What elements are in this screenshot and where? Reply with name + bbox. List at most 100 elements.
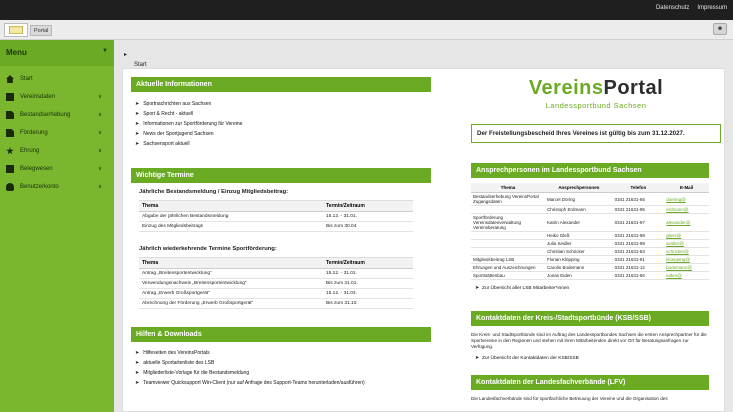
sidebar-item-label: Bestandserhebung xyxy=(20,112,71,118)
sidebar-item-label: Start xyxy=(20,76,33,82)
sidebar-item-start[interactable]: Start xyxy=(0,70,114,88)
table-header: Termin/Zeitraum xyxy=(323,257,413,269)
all-staff-link[interactable]: Zur Übersicht aller LSB Mitarbeiter*inne… xyxy=(475,286,721,291)
table-row: Antrag „Erwerb Großsportgerät“ 15.12. - 3… xyxy=(139,288,413,299)
imprint-link[interactable]: Impressum xyxy=(697,5,727,11)
table-header: Thema xyxy=(139,257,323,269)
news-link[interactable]: Sport & Recht - aktuell xyxy=(135,109,427,119)
news-link[interactable]: Sachsensport aktuell xyxy=(135,139,427,149)
sidebar-item-belegwesen[interactable]: Belegwesen ∨ xyxy=(0,160,114,178)
chevron-down-icon: ∨ xyxy=(97,166,102,172)
sidebar-item-ehrung[interactable]: Ehrung ∨ xyxy=(0,142,114,160)
help-link[interactable]: aktuelle Sportartenliste des LSB xyxy=(135,358,427,368)
table-header: Termin/Zeitraum xyxy=(323,200,413,212)
sidebar-item-vereinsdaten[interactable]: Vereinsdaten ∨ xyxy=(0,88,114,106)
sidebar-item-label: Förderung xyxy=(20,130,48,136)
table-row: Christoph Erdmann 0341 21631-95 erdmann@ xyxy=(471,205,709,214)
table-row: Christian Schricker 0341 21631-83 schricke… xyxy=(471,247,709,256)
table-row: Sportstättenbau Jonas Eiden 0341 21631-66 e… xyxy=(471,271,709,280)
table-row: Mitgliedsbeitrag LSB Florian Klöpping 0341… xyxy=(471,255,709,264)
chevron-down-icon: ▼ xyxy=(102,48,108,54)
email-link[interactable]: eiden@ xyxy=(664,271,709,280)
table-header: Thema xyxy=(471,183,545,193)
left-column: Aktuelle Informationen Sportnachrichten … xyxy=(131,77,431,395)
ksb-overview-link[interactable]: Zur Übersicht der Kontaktdaten der KSB/S… xyxy=(475,356,721,361)
chevron-down-icon: ∨ xyxy=(97,112,102,118)
right-column: VereinsPortal Landessportbund Sachsen De… xyxy=(471,77,721,402)
sidebar-item-label: Benutzerkonto xyxy=(20,184,59,190)
table-row: Sportförderung Vereinsdatenverwaltung Ve… xyxy=(471,213,709,232)
dates-subtitle-1: Jährliche Bestandsmeldung / Einzug Mitgl… xyxy=(139,189,289,195)
help-link[interactable]: Teamviewer Quicksupport Win-Client (nur … xyxy=(135,378,427,388)
table-row: Einzug des Mitgliedsbeitrags Bis zum 30.0… xyxy=(139,221,413,232)
vereinsportal-logo: VereinsPortal Landessportbund Sachsen xyxy=(471,77,721,110)
table-row: Abgabe der jährlichen Bestandsmeldung 15.… xyxy=(139,211,413,222)
table-row: Abrechnung der Förderung „Erwerb Großspo… xyxy=(139,298,413,309)
email-link[interactable]: schricker@ xyxy=(664,247,709,256)
top-links: Datenschutz Impressum xyxy=(656,5,727,11)
menu-title: Menu xyxy=(6,48,27,57)
sidebar-item-benutzerkonto[interactable]: Benutzerkonto ∨ xyxy=(0,178,114,196)
help-link[interactable]: Mitgliederliste-Vorlage für die Bestands… xyxy=(135,368,427,378)
user-icon: ☻ xyxy=(716,26,724,32)
help-link[interactable]: Hilfeseiten des VereinsPortals xyxy=(135,348,427,358)
email-link[interactable]: kloepping@ xyxy=(664,255,709,264)
chevron-down-icon: ∨ xyxy=(97,184,102,190)
app-bar: Portal ☻ xyxy=(0,20,733,40)
table-row: Ehrungen und Auszeichnungen Carolin Bodem… xyxy=(471,263,709,272)
help-title: Hilfen & Downloads xyxy=(131,327,431,342)
list-icon xyxy=(6,165,14,173)
sidebar-item-bestandserhebung[interactable]: Bestandserhebung ∨ xyxy=(0,106,114,124)
email-link[interactable]: bodemann@ xyxy=(664,263,709,272)
sidebar-item-label: Vereinsdaten xyxy=(20,94,56,100)
lsb-logo[interactable] xyxy=(4,23,28,37)
sidebar-item-foerderung[interactable]: Förderung ∨ xyxy=(0,124,114,142)
portal-chip[interactable]: Portal xyxy=(30,25,53,36)
document-icon xyxy=(6,129,14,137)
home-icon xyxy=(6,75,14,83)
user-menu-button[interactable]: ☻ xyxy=(713,23,727,35)
ksb-title: Kontaktdaten der Kreis-/Stadtsportbünde … xyxy=(471,311,709,326)
document-icon xyxy=(6,111,14,119)
table-row: Julia Seidler 0341 21631-99 seidler@ xyxy=(471,239,709,248)
email-link[interactable]: gless@ xyxy=(664,231,709,240)
main-content: Aktuelle Informationen Sportnachrichten … xyxy=(122,68,725,412)
email-link[interactable]: alexander@ xyxy=(664,213,709,232)
news-title: Aktuelle Informationen xyxy=(131,77,431,92)
table-header: Telefon xyxy=(612,183,665,193)
privacy-link[interactable]: Datenschutz xyxy=(656,5,689,11)
brand-subtitle: Landessportbund Sachsen xyxy=(545,101,647,110)
grid-icon xyxy=(6,93,14,101)
email-link[interactable]: doering@ xyxy=(664,192,709,206)
breadcrumb: ▸ Start xyxy=(114,40,733,68)
brand-part2: Portal xyxy=(603,77,664,99)
news-link[interactable]: News der Sportjugend Sachsen xyxy=(135,129,427,139)
help-list: Hilfeseiten des VereinsPortals aktuelle … xyxy=(131,342,431,395)
news-link[interactable]: Informationen zur Sportförderung für Ver… xyxy=(135,119,427,129)
news-link[interactable]: Sportnachrichten aus Sachsen xyxy=(135,99,427,109)
table-row: Bestandserhebung VereinsPortal Zugangsda… xyxy=(471,192,709,206)
lfv-title: Kontaktdaten der Landesfachverbände (LFV… xyxy=(471,375,709,390)
email-link[interactable]: erdmann@ xyxy=(664,205,709,214)
dates-subtitle-2: Jährlich wiederkehrende Termine Sportför… xyxy=(139,246,277,252)
sidebar-item-label: Belegwesen xyxy=(20,166,53,172)
sidebar: Menu ▼ Start Vereinsdaten ∨ Bestandserhe… xyxy=(0,40,114,412)
breadcrumb-start[interactable]: ▸ Start xyxy=(124,51,147,68)
chevron-down-icon: ∨ xyxy=(97,94,102,100)
dates-table-2: Thema Termin/Zeitraum Antrag „Breitenspor… xyxy=(139,257,413,309)
dates-title: Wichtige Termine xyxy=(131,168,431,183)
table-row: Heiko Gleß 0341 21631-98 gless@ xyxy=(471,231,709,240)
star-icon xyxy=(6,147,14,155)
lfv-text: Die Landesfachverbände sind für sportfac… xyxy=(471,396,668,401)
ksb-text: Die Kreis- und Stadtsportbünde sind im A… xyxy=(471,332,707,349)
table-header: Thema xyxy=(139,200,323,212)
email-link[interactable]: seidler@ xyxy=(664,239,709,248)
table-header: E-Mail xyxy=(664,183,709,193)
contacts-title: Ansprechpersonen im Landessportbund Sach… xyxy=(471,163,709,178)
sidebar-item-label: Ehrung xyxy=(20,148,40,154)
exemption-notice: Der Freistellungsbescheid Ihres Vereines… xyxy=(471,124,721,143)
sidebar-menu-header[interactable]: Menu ▼ xyxy=(0,40,114,66)
chevron-down-icon: ∨ xyxy=(97,148,102,154)
contacts-table: Thema Ansprechpersonen Telefon E-Mail Be… xyxy=(471,183,709,280)
dates-table-1: Thema Termin/Zeitraum Abgabe der jährlich… xyxy=(139,200,413,232)
